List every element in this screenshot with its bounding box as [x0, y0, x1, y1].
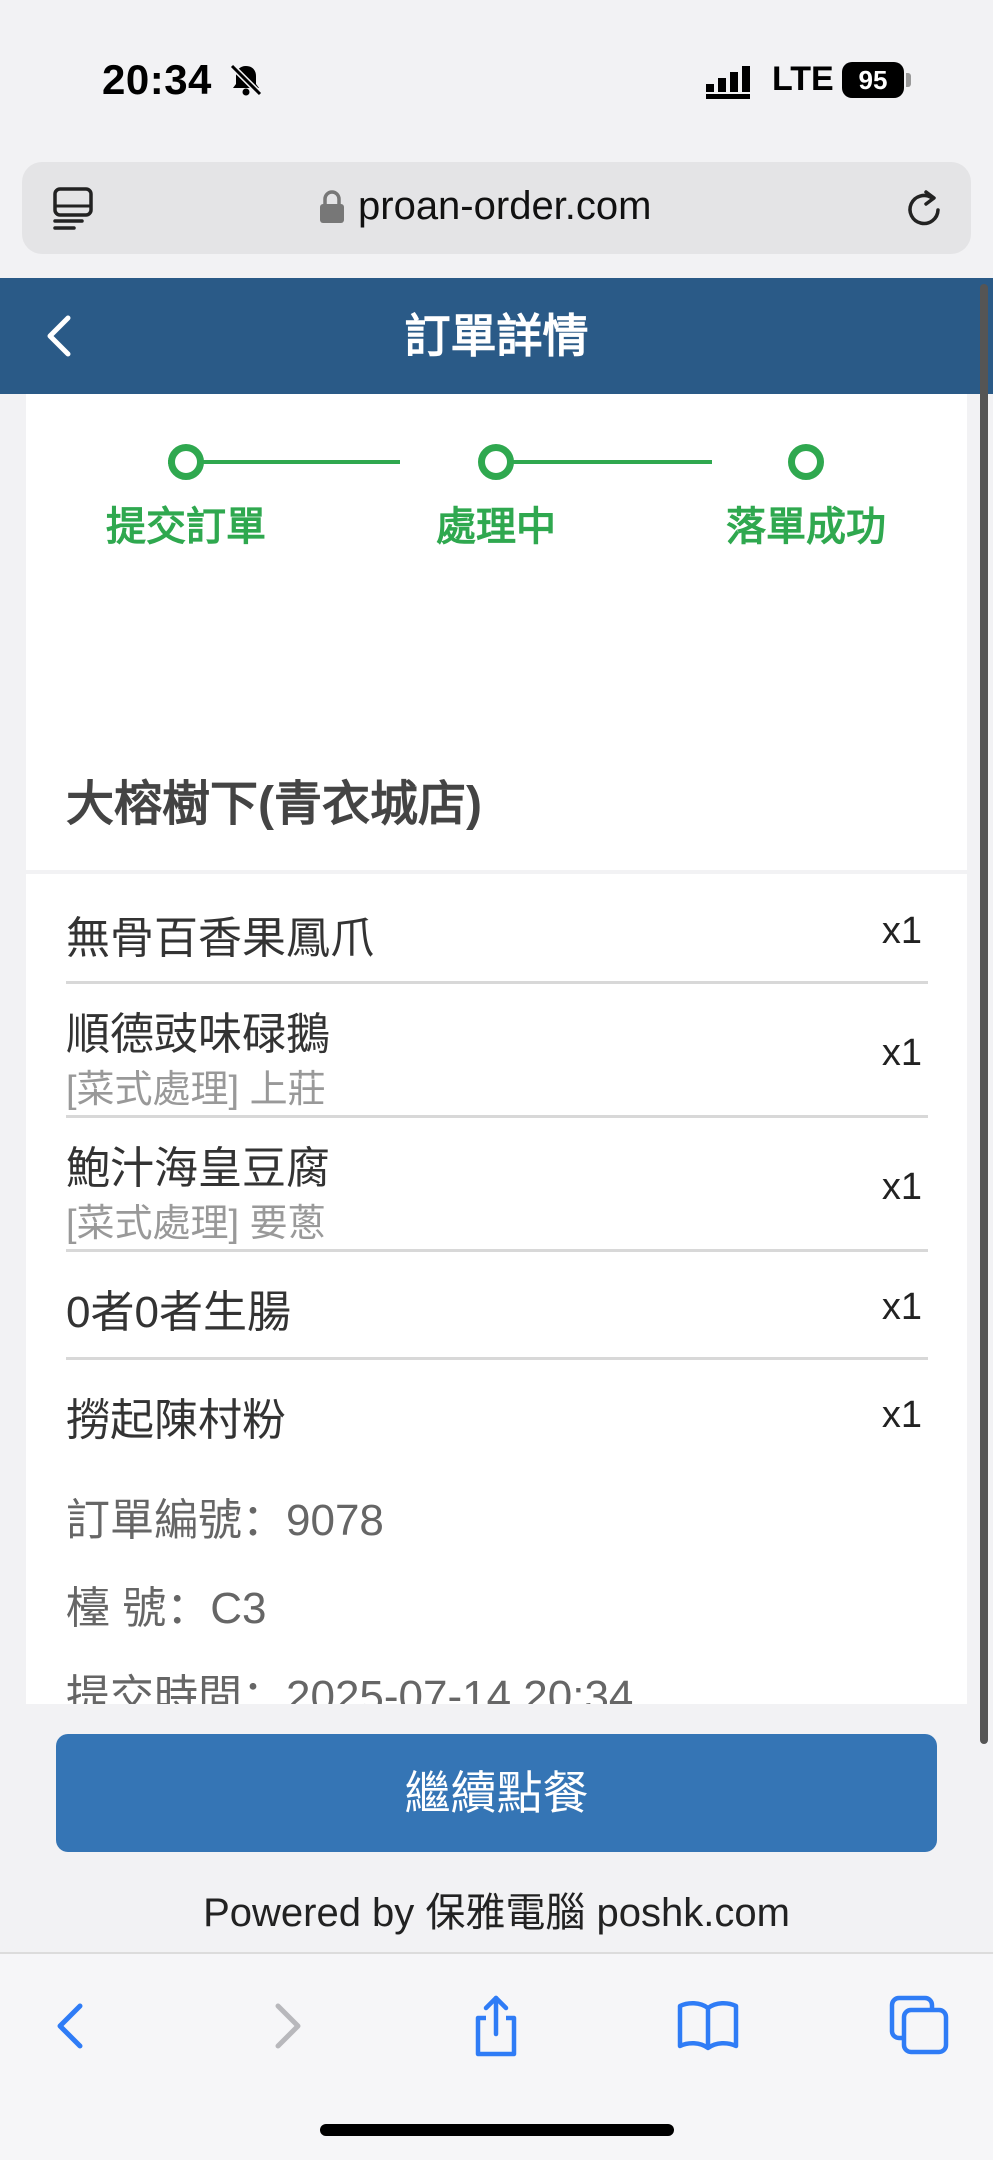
submit-time: 提交時間：2025-07-14 20:34 [66, 1672, 634, 1704]
page-title: 訂單詳情 [404, 310, 589, 362]
battery-indicator: 95 [842, 62, 904, 98]
list-item: 無骨百香果鳳爪 x1 [66, 874, 928, 984]
item-name: 順德豉味碌鵝 [66, 1010, 330, 1059]
powered-by: Powered by 保雅電腦 poshk.com [203, 1891, 790, 1935]
network-type: LTE [772, 60, 834, 98]
step-label-success: 落單成功 [726, 505, 886, 549]
list-item: 鮑汁海皇豆腐 [菜式處理] 要蔥 x1 [66, 1118, 928, 1252]
share-icon[interactable] [464, 1994, 528, 2058]
step-circle-success [788, 444, 824, 480]
step-circle-submitted [168, 444, 204, 480]
bookmarks-icon[interactable] [676, 1994, 740, 2058]
shop-name: 大榕樹下(青衣城店) [66, 778, 482, 831]
item-qty: x1 [881, 910, 922, 952]
items-card: 無骨百香果鳳爪 x1 順德豉味碌鵝 [菜式處理] 上莊 x1 鮑汁海皇豆腐 [菜… [26, 874, 967, 1704]
status-bar: 20:34 LTE 95 [0, 0, 993, 150]
home-indicator[interactable] [320, 2124, 674, 2136]
battery-nub [906, 73, 911, 87]
back-icon[interactable] [40, 1994, 104, 2058]
item-name: 無骨百香果鳳爪 [66, 914, 374, 963]
forward-icon[interactable] [254, 1994, 318, 2058]
url-text[interactable]: proan-order.com [358, 184, 651, 229]
tabs-icon[interactable] [52, 186, 94, 230]
scrollbar[interactable] [980, 284, 988, 1744]
bell-slash-icon [229, 63, 263, 97]
signal-icon [706, 66, 750, 99]
step-circle-processing [478, 444, 514, 480]
step-label-processing: 處理中 [436, 505, 556, 549]
item-qty: x1 [881, 1394, 922, 1436]
progress-card: 提交訂單 處理中 落單成功 大榕樹下(青衣城店) [26, 394, 967, 870]
item-qty: x1 [881, 1032, 922, 1074]
item-name: 鮑汁海皇豆腐 [66, 1144, 330, 1193]
progress-line [480, 460, 712, 464]
item-name: 0者0者生腸 [66, 1288, 291, 1337]
item-note: [菜式處理] 上莊 [66, 1069, 326, 1111]
lock-icon [320, 190, 344, 223]
reload-icon[interactable] [902, 186, 946, 230]
tabs-overview-icon[interactable] [888, 1994, 952, 2058]
list-item: 撈起陳村粉 x1 [66, 1360, 928, 1460]
step-label-submitted: 提交訂單 [106, 505, 266, 549]
item-name: 撈起陳村粉 [66, 1396, 286, 1445]
item-qty: x1 [881, 1166, 922, 1208]
address-bar[interactable]: proan-order.com [22, 162, 971, 254]
table-number: 檯 號：C3 [66, 1584, 267, 1633]
list-item: 順德豉味碌鵝 [菜式處理] 上莊 x1 [66, 984, 928, 1118]
app-header: 訂單詳情 [0, 278, 993, 394]
back-arrow-icon[interactable] [38, 308, 78, 364]
continue-ordering-button[interactable]: 繼續點餐 [56, 1734, 937, 1852]
order-detail-content[interactable]: 提交訂單 處理中 落單成功 大榕樹下(青衣城店) 無骨百香果鳳爪 x1 順德豉味… [26, 394, 967, 1704]
item-qty: x1 [881, 1286, 922, 1328]
item-note: [菜式處理] 要蔥 [66, 1203, 326, 1245]
order-number: 訂單編號：9078 [66, 1496, 384, 1545]
status-time: 20:34 [102, 56, 212, 103]
list-item: 0者0者生腸 x1 [66, 1252, 928, 1360]
